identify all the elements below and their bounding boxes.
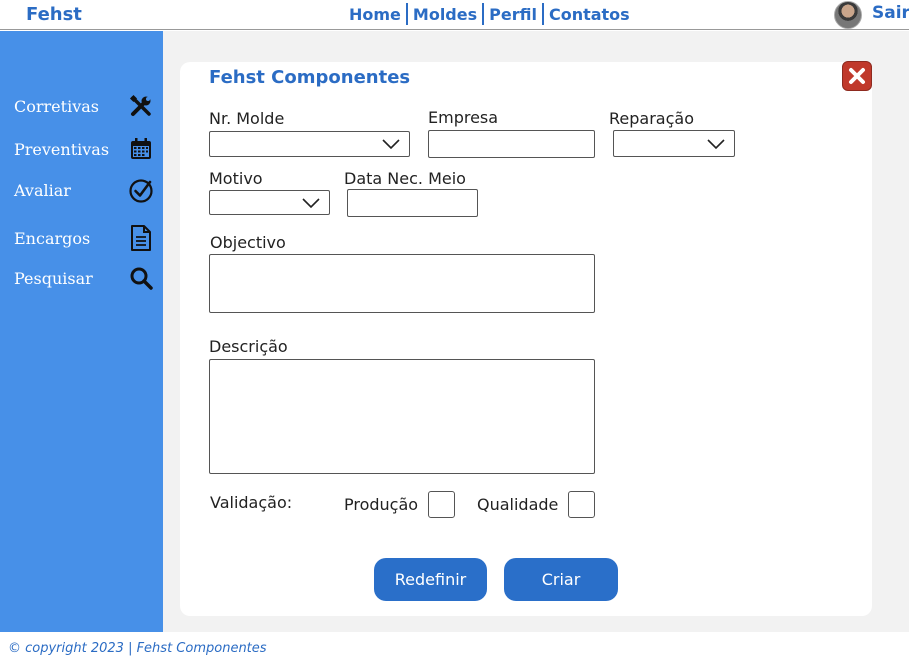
sidebar-item-pesquisar[interactable]: Pesquisar: [14, 263, 154, 293]
close-button[interactable]: [842, 61, 872, 91]
reparacao-label: Reparação: [609, 109, 694, 128]
chevron-down-icon: [302, 197, 320, 208]
sidebar-item-corretivas[interactable]: Corretivas: [14, 91, 154, 121]
producao-checkbox[interactable]: [428, 491, 455, 518]
logout-link[interactable]: Sair: [872, 3, 909, 23]
check-circle-icon: [128, 177, 154, 203]
sidebar: Corretivas Preventivas Avaliar Encargos …: [0, 31, 163, 632]
document-icon: [128, 225, 154, 251]
nav-perfil-link[interactable]: Perfil: [489, 5, 537, 24]
form-title: Fehst Componentes: [209, 67, 411, 88]
motivo-label: Motivo: [209, 169, 263, 188]
producao-label: Produção: [344, 495, 419, 514]
top-bar: Fehst Home Moldes Perfil Contatos Sair: [0, 0, 909, 30]
user-avatar[interactable]: [834, 1, 862, 29]
descricao-label: Descrição: [209, 337, 288, 356]
empresa-input[interactable]: [428, 130, 595, 158]
motivo-select[interactable]: [209, 190, 330, 215]
data-nec-meio-label: Data Nec. Meio: [344, 169, 466, 188]
calendar-icon: [128, 136, 154, 162]
sidebar-item-avaliar[interactable]: Avaliar: [14, 175, 154, 205]
nav-home-link[interactable]: Home: [349, 5, 401, 24]
sidebar-item-label: Pesquisar: [14, 268, 93, 288]
search-icon: [128, 265, 154, 291]
sidebar-item-label: Preventivas: [14, 139, 110, 159]
nr-molde-select[interactable]: [209, 131, 410, 157]
nav-contatos-link[interactable]: Contatos: [549, 5, 630, 24]
nav-divider: [482, 3, 485, 25]
main-nav: Home Moldes Perfil Contatos: [349, 3, 630, 25]
sidebar-item-label: Avaliar: [14, 180, 71, 200]
brand-logo[interactable]: Fehst: [26, 4, 82, 25]
sidebar-item-label: Encargos: [14, 228, 91, 248]
reset-button[interactable]: Redefinir: [374, 558, 487, 601]
descricao-textarea[interactable]: [209, 359, 595, 474]
objectivo-label: Objectivo: [210, 233, 286, 252]
nr-molde-label: Nr. Molde: [209, 109, 285, 128]
reparacao-select[interactable]: [613, 130, 735, 157]
create-button[interactable]: Criar: [504, 558, 618, 601]
chevron-down-icon: [382, 139, 400, 150]
wrench-screwdriver-icon: [128, 93, 154, 119]
nav-divider: [541, 3, 544, 25]
close-icon: [849, 68, 865, 84]
data-nec-meio-input[interactable]: [347, 189, 478, 217]
chevron-down-icon: [707, 138, 725, 149]
empresa-label: Empresa: [428, 108, 499, 127]
objectivo-textarea[interactable]: [209, 254, 595, 313]
validacao-label: Validação:: [210, 493, 293, 512]
sidebar-item-label: Corretivas: [14, 96, 99, 116]
nav-divider: [405, 3, 408, 25]
qualidade-checkbox[interactable]: [568, 491, 595, 518]
sidebar-item-preventivas[interactable]: Preventivas: [14, 134, 154, 164]
footer-copyright: © copyright 2023 | Fehst Componentes: [8, 641, 267, 656]
qualidade-label: Qualidade: [477, 495, 559, 514]
sidebar-item-encargos[interactable]: Encargos: [14, 223, 154, 253]
nav-moldes-link[interactable]: Moldes: [413, 5, 477, 24]
